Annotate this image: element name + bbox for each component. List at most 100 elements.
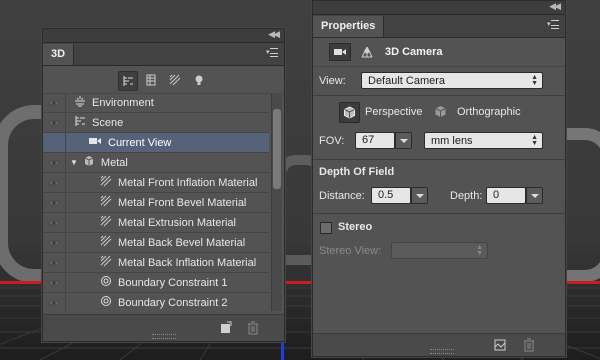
layer-row[interactable]: Metal Front Bevel Material bbox=[43, 193, 269, 213]
depth-label: Depth: bbox=[450, 190, 483, 202]
properties-panel: ◀◀ Properties ▾ 3D Camera View: Default … bbox=[312, 0, 566, 357]
3d-panel: ◀◀ 3D ▾ Environment Scene Current View ▼ Met… bbox=[42, 28, 285, 342]
visibility-eye-icon[interactable] bbox=[43, 133, 66, 152]
chevron-updown-icon: ▲ ▼ bbox=[531, 134, 538, 147]
3d-text-fragment-right bbox=[563, 128, 600, 282]
layer-row[interactable]: Boundary Constraint 1 bbox=[43, 273, 269, 293]
collapse-panel-button[interactable]: ◀◀ bbox=[268, 29, 280, 40]
layer-row[interactable]: Current View bbox=[43, 133, 269, 153]
visibility-eye-icon[interactable] bbox=[43, 253, 66, 272]
render-icon[interactable] bbox=[493, 338, 507, 355]
constraint-icon bbox=[100, 295, 112, 310]
camera-icon[interactable] bbox=[329, 43, 351, 61]
layer-row[interactable]: Boundary Constraint 2 bbox=[43, 293, 269, 311]
tab-properties[interactable]: Properties bbox=[313, 16, 385, 37]
layer-label: Metal bbox=[100, 156, 128, 169]
view-dropdown[interactable]: Default Camera ▲ ▼ bbox=[361, 72, 543, 89]
filter-whole-scene-icon[interactable] bbox=[118, 71, 138, 91]
tab-3d[interactable]: 3D bbox=[43, 44, 75, 65]
camera-view-icon[interactable] bbox=[359, 45, 375, 59]
depth-input[interactable]: 0 bbox=[486, 187, 526, 204]
stereo-label: Stereo bbox=[338, 221, 373, 233]
fov-scrubber-button[interactable] bbox=[395, 132, 412, 149]
filter-materials-icon[interactable] bbox=[166, 71, 184, 89]
view-label: View: bbox=[319, 75, 346, 87]
layer-row[interactable]: Metal Extrusion Material bbox=[43, 213, 269, 233]
visibility-eye-icon[interactable] bbox=[43, 153, 66, 172]
properties-footer bbox=[313, 333, 565, 356]
chevron-updown-icon: ▲ ▼ bbox=[531, 74, 538, 87]
layer-row[interactable]: Environment bbox=[43, 93, 269, 113]
layer-label: Boundary Constraint 2 bbox=[118, 296, 228, 309]
collapse-panel-button[interactable]: ◀◀ bbox=[549, 1, 561, 12]
panel-resize-grip[interactable] bbox=[151, 334, 176, 339]
panel-tab-bar: Properties ▾ bbox=[313, 15, 565, 38]
layer-row[interactable]: ▼ Metal bbox=[43, 153, 269, 173]
layer-label: Metal Front Inflation Material bbox=[118, 176, 258, 189]
filter-meshes-icon[interactable] bbox=[142, 71, 160, 89]
depth-of-field-title: Depth Of Field bbox=[319, 166, 395, 178]
stereo-view-label: Stereo View: bbox=[319, 245, 382, 257]
perspective-label[interactable]: Perspective bbox=[365, 106, 422, 118]
expand-triangle-icon[interactable]: ▼ bbox=[70, 158, 78, 167]
panel-top-bar: ◀◀ bbox=[313, 1, 565, 15]
distance-input[interactable]: 0.5 bbox=[371, 187, 411, 204]
visibility-eye-icon[interactable] bbox=[43, 173, 66, 192]
fov-unit-dropdown[interactable]: mm lens ▲ ▼ bbox=[424, 132, 543, 149]
delete-icon[interactable] bbox=[247, 321, 259, 338]
z-axis-line bbox=[281, 340, 284, 360]
perspective-icon[interactable] bbox=[339, 102, 360, 123]
layer-label: Boundary Constraint 1 bbox=[118, 276, 228, 289]
delete-icon[interactable] bbox=[523, 338, 535, 355]
fov-unit-value: mm lens bbox=[431, 135, 473, 147]
projection-section: Perspective Orthographic FOV: 67 mm lens… bbox=[313, 96, 565, 160]
distance-label: Distance: bbox=[319, 190, 365, 202]
material-icon bbox=[100, 175, 112, 190]
stereo-checkbox[interactable] bbox=[320, 222, 332, 234]
layer-label: Metal Extrusion Material bbox=[118, 216, 236, 229]
add-new-object-icon[interactable] bbox=[219, 321, 233, 338]
fov-input[interactable]: 67 bbox=[355, 132, 395, 149]
panel-top-bar: ◀◀ bbox=[43, 29, 284, 43]
orthographic-icon[interactable] bbox=[431, 102, 450, 121]
layer-row[interactable]: Metal Back Inflation Material bbox=[43, 253, 269, 273]
layer-label: Metal Front Bevel Material bbox=[118, 196, 247, 209]
layer-row[interactable]: Metal Back Bevel Material bbox=[43, 233, 269, 253]
camera-icon bbox=[88, 136, 102, 149]
depth-of-field-section: Depth Of Field Distance: 0.5 Depth: 0 bbox=[313, 160, 565, 214]
visibility-eye-icon[interactable] bbox=[43, 213, 66, 232]
layer-row[interactable]: Metal Front Inflation Material bbox=[43, 173, 269, 193]
mesh-icon bbox=[83, 155, 95, 170]
visibility-eye-icon[interactable] bbox=[43, 193, 66, 212]
panel-menu-icon[interactable]: ▾ bbox=[547, 20, 559, 30]
depth-scrubber-button[interactable] bbox=[526, 187, 543, 204]
layer-label: Metal Back Inflation Material bbox=[118, 256, 257, 269]
constraint-icon bbox=[100, 275, 112, 290]
visibility-eye-icon[interactable] bbox=[43, 93, 66, 112]
3d-panel-footer bbox=[43, 314, 284, 341]
scrollbar-thumb[interactable] bbox=[273, 109, 281, 189]
fov-label: FOV: bbox=[319, 135, 345, 147]
properties-title: 3D Camera bbox=[385, 46, 443, 58]
visibility-eye-icon[interactable] bbox=[43, 113, 66, 132]
layer-row[interactable]: Scene bbox=[43, 113, 269, 133]
chevron-updown-icon: ▲ ▼ bbox=[476, 244, 483, 257]
panel-resize-grip[interactable] bbox=[430, 349, 454, 354]
panel-menu-icon[interactable]: ▾ bbox=[266, 48, 278, 58]
layer-label: Metal Back Bevel Material bbox=[118, 236, 246, 249]
layer-label: Environment bbox=[92, 96, 154, 109]
layer-list-scrollbar[interactable] bbox=[271, 93, 282, 311]
properties-header: 3D Camera bbox=[313, 38, 565, 67]
orthographic-label[interactable]: Orthographic bbox=[457, 106, 521, 118]
distance-scrubber-button[interactable] bbox=[411, 187, 428, 204]
material-icon bbox=[100, 235, 112, 250]
stereo-view-dropdown[interactable]: ▲ ▼ bbox=[391, 242, 488, 259]
layer-label: Scene bbox=[92, 116, 124, 129]
visibility-eye-icon[interactable] bbox=[43, 233, 66, 252]
material-icon bbox=[100, 195, 112, 210]
visibility-eye-icon[interactable] bbox=[43, 273, 66, 292]
environment-icon bbox=[74, 95, 86, 110]
filter-lights-icon[interactable] bbox=[190, 71, 208, 89]
visibility-eye-icon[interactable] bbox=[43, 293, 66, 311]
panel-tab-bar: 3D ▾ bbox=[43, 43, 284, 66]
